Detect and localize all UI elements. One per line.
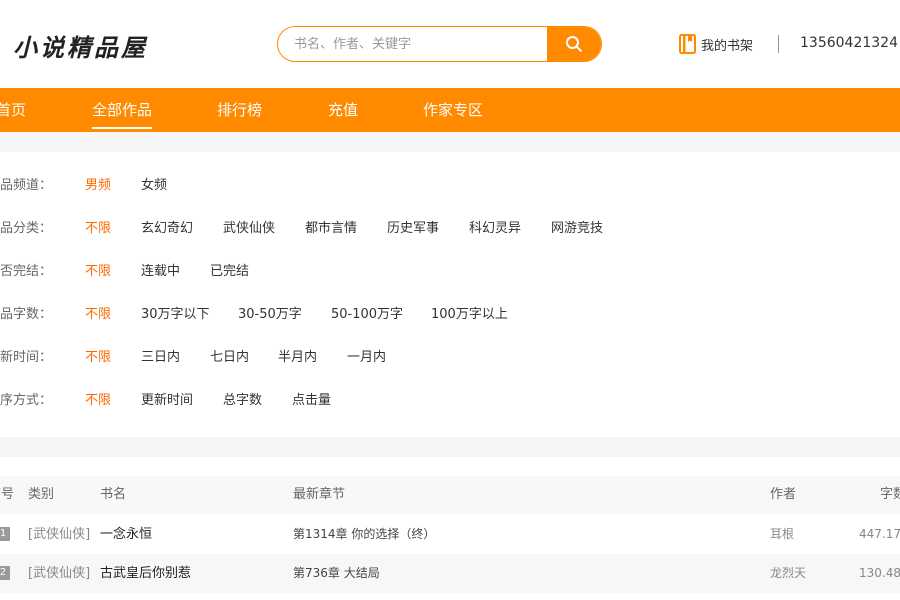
search-button[interactable]: [547, 27, 601, 61]
book-author: 龙烈天: [770, 566, 807, 580]
col-latest-chapter: 最新章节: [293, 487, 346, 502]
filter-label: 作品频道：: [0, 178, 53, 193]
filter-row-status: 是否完结： 不限 连载中 已完结: [0, 260, 900, 284]
filter-option[interactable]: 更新时间: [141, 389, 193, 413]
filter-option[interactable]: 不限: [85, 389, 111, 413]
filter-option[interactable]: 科幻灵异: [469, 217, 521, 241]
filter-option[interactable]: 网游竞技: [551, 217, 603, 241]
filter-option[interactable]: 不限: [85, 346, 111, 370]
col-category: 类别: [28, 487, 55, 502]
header: 小说精品屋 我的书架 13560421324: [0, 0, 900, 88]
section-spacer: [0, 437, 900, 457]
filter-option[interactable]: 不限: [85, 303, 111, 327]
col-rank: 序号: [0, 487, 15, 502]
filter-option[interactable]: 不限: [85, 217, 111, 241]
filter-row-channel: 作品频道： 男频 女频: [0, 174, 900, 198]
filter-option[interactable]: 都市言情: [305, 217, 357, 241]
rank-badge: 1: [0, 527, 10, 541]
search-icon: [566, 36, 582, 52]
user-account-link[interactable]: 13560421324: [800, 35, 898, 51]
filter-option[interactable]: 30万字以下: [141, 303, 210, 327]
bookshelf-label: 我的书架: [701, 38, 754, 54]
filter-label: 是否完结：: [0, 264, 53, 279]
col-title: 书名: [100, 487, 127, 502]
col-word-count: 字数: [880, 487, 900, 502]
nav-home[interactable]: 首页: [0, 88, 26, 132]
latest-chapter-link[interactable]: 第736章 大结局: [293, 554, 380, 593]
filter-panel: 作品频道： 男频 女频 作品分类： 不限 玄幻奇幻 武侠仙侠 都市言情 历史军事…: [0, 152, 900, 437]
filter-option[interactable]: 一月内: [347, 346, 386, 370]
table-row: 2 [武侠仙侠] 古武皇后你别惹 第736章 大结局 龙烈天 130.48万: [0, 554, 900, 593]
filter-option[interactable]: 已完结: [210, 260, 249, 284]
main-nav: 首页 全部作品 排行榜 充值 作家专区: [0, 88, 900, 132]
filter-option[interactable]: 男频: [85, 174, 111, 198]
nav-rankings[interactable]: 排行榜: [217, 88, 262, 132]
nav-all-works[interactable]: 全部作品: [92, 88, 153, 132]
search-input[interactable]: [278, 27, 548, 61]
filter-option[interactable]: 连载中: [141, 260, 180, 284]
rank-badge: 2: [0, 566, 10, 580]
search-box: [277, 26, 602, 62]
book-category[interactable]: [武侠仙侠]: [28, 554, 90, 593]
filter-option[interactable]: 30-50万字: [238, 303, 302, 327]
book-word-count: 130.48万: [859, 566, 900, 580]
filter-option[interactable]: 女频: [141, 174, 167, 198]
filter-row-sort: 排序方式： 不限 更新时间 总字数 点击量: [0, 389, 900, 413]
nav-recharge[interactable]: 充值: [328, 88, 358, 132]
filter-row-word-count: 作品字数： 不限 30万字以下 30-50万字 50-100万字 100万字以上: [0, 303, 900, 327]
filter-option[interactable]: 不限: [85, 260, 111, 284]
filter-label: 作品分类：: [0, 221, 53, 236]
filter-row-update-time: 更新时间： 不限 三日内 七日内 半月内 一月内: [0, 346, 900, 370]
filter-option[interactable]: 七日内: [210, 346, 249, 370]
col-author: 作者: [770, 487, 797, 502]
book-word-count: 447.17万: [859, 527, 900, 541]
filter-option[interactable]: 半月内: [278, 346, 317, 370]
filter-option[interactable]: 三日内: [141, 346, 180, 370]
book-title[interactable]: 一念永恒: [100, 515, 152, 554]
latest-chapter-link[interactable]: 第1314章 你的选择（终）: [293, 515, 435, 554]
filter-option[interactable]: 武侠仙侠: [223, 217, 275, 241]
book-author: 耳根: [770, 527, 795, 541]
filter-row-category: 作品分类： 不限 玄幻奇幻 武侠仙侠 都市言情 历史军事 科幻灵异 网游竞技: [0, 217, 900, 241]
filter-option[interactable]: 100万字以上: [431, 303, 508, 327]
table-header: 序号 类别 书名 最新章节 作者 字数: [0, 476, 900, 514]
book-title[interactable]: 古武皇后你别惹: [100, 554, 191, 593]
bookshelf-link[interactable]: 我的书架: [679, 34, 753, 54]
filter-label: 更新时间：: [0, 350, 53, 365]
nav-author-zone[interactable]: 作家专区: [423, 88, 483, 132]
filter-label: 作品字数：: [0, 307, 53, 322]
book-category[interactable]: [武侠仙侠]: [28, 515, 90, 554]
table-row: 1 [武侠仙侠] 一念永恒 第1314章 你的选择（终） 耳根 447.17万: [0, 515, 900, 554]
filter-option[interactable]: 点击量: [292, 389, 331, 413]
site-logo[interactable]: 小说精品屋: [13, 28, 148, 63]
header-divider: [778, 35, 779, 53]
bookshelf-icon: [679, 34, 696, 54]
filter-option[interactable]: 玄幻奇幻: [141, 217, 193, 241]
filter-option[interactable]: 历史军事: [387, 217, 439, 241]
filter-label: 排序方式：: [0, 393, 53, 408]
filter-option[interactable]: 总字数: [223, 389, 262, 413]
filter-option[interactable]: 50-100万字: [331, 303, 403, 327]
section-spacer: [0, 132, 900, 152]
